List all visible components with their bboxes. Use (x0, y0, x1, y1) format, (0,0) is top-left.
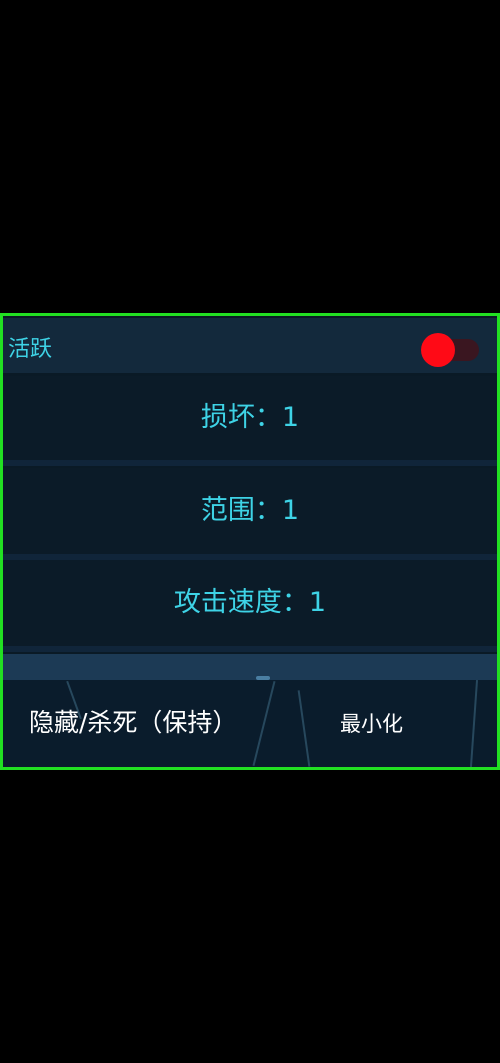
damage-setting-label: 损坏：1 (200, 402, 300, 433)
background-stroke (297, 690, 311, 767)
attack-speed-setting-label: 攻击速度：1 (173, 587, 327, 618)
minimize-button[interactable]: 最小化 (340, 711, 403, 737)
active-label: 活跃 (8, 337, 53, 362)
damage-setting-row[interactable]: 损坏：1 (3, 376, 497, 460)
background-stroke (252, 681, 276, 766)
background-stroke (469, 680, 479, 767)
hide-kill-button[interactable]: 隐藏/杀死（保持） (29, 708, 237, 738)
mod-menu-panel: 活跃 损坏：1 范围：1 攻击速度：1 隐藏/杀死（保持） 最小化 (0, 313, 500, 770)
row-divider (3, 460, 497, 466)
range-setting-row[interactable]: 范围：1 (3, 468, 497, 554)
partially-visible-row[interactable] (3, 654, 497, 680)
row-divider (3, 646, 497, 652)
bottom-action-bar: 隐藏/杀死（保持） 最小化 (3, 680, 497, 767)
active-toggle[interactable] (421, 333, 481, 367)
screen: 活跃 损坏：1 范围：1 攻击速度：1 隐藏/杀死（保持） 最小化 (0, 0, 500, 1063)
attack-speed-setting-row[interactable]: 攻击速度：1 (3, 560, 497, 646)
active-row[interactable]: 活跃 (3, 318, 497, 373)
range-setting-label: 范围：1 (200, 495, 300, 526)
toggle-knob[interactable] (421, 333, 455, 367)
